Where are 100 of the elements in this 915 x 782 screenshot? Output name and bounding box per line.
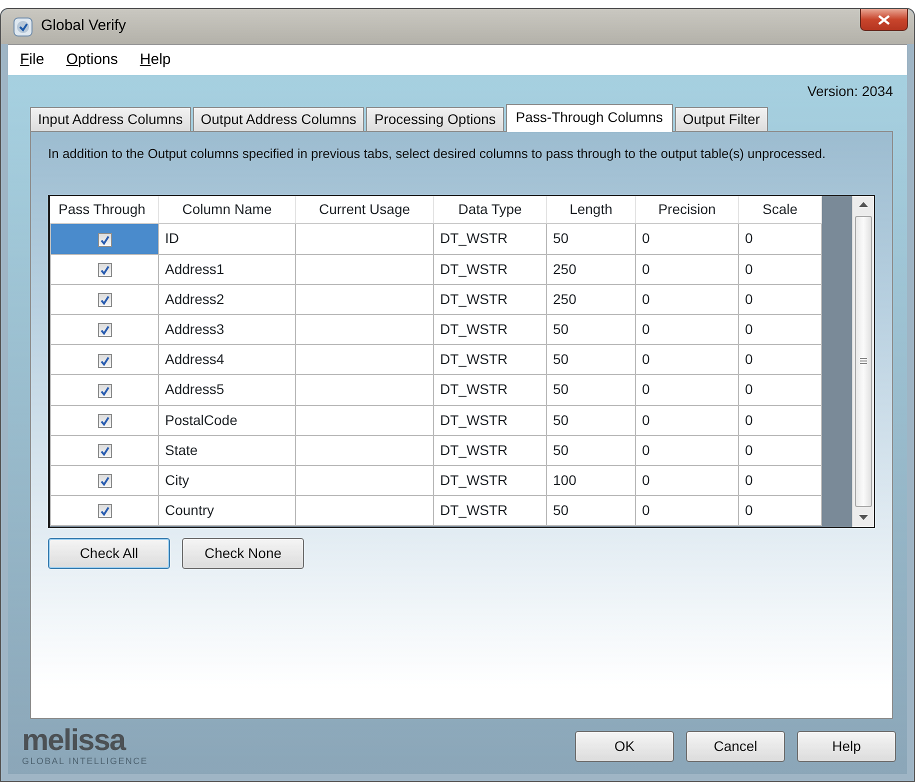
table-cell: 0 bbox=[738, 254, 822, 284]
table-cell: 0 bbox=[636, 284, 738, 314]
table-cell: 0 bbox=[738, 374, 822, 406]
column-header[interactable]: Precision bbox=[636, 196, 738, 224]
checkbox[interactable] bbox=[98, 444, 112, 458]
table-cell: Country bbox=[158, 496, 296, 526]
window-title: Global Verify bbox=[41, 16, 126, 36]
menu-item[interactable]: Options bbox=[58, 47, 126, 74]
table-cell: State bbox=[158, 435, 296, 466]
checkbox[interactable] bbox=[98, 262, 112, 277]
table-cell: Address5 bbox=[158, 374, 296, 406]
column-header[interactable]: Pass Through bbox=[50, 196, 158, 224]
table-cell: 0 bbox=[636, 254, 738, 284]
tab[interactable]: Input Address Columns bbox=[30, 107, 191, 131]
checkbox[interactable] bbox=[98, 414, 112, 428]
table-cell: 50 bbox=[546, 224, 636, 254]
checkbox-cell[interactable] bbox=[50, 374, 158, 406]
dialog-button[interactable]: OK bbox=[575, 731, 674, 762]
scroll-down-icon[interactable] bbox=[859, 515, 868, 520]
checkbox-cell[interactable] bbox=[50, 405, 158, 436]
table-cell: Address1 bbox=[158, 254, 296, 284]
checkbox[interactable] bbox=[98, 474, 112, 488]
scrollbar[interactable] bbox=[852, 196, 874, 527]
table-cell: 50 bbox=[546, 405, 636, 436]
table-cell: 50 bbox=[546, 344, 636, 375]
checkbox[interactable] bbox=[98, 504, 112, 518]
table-cell: 50 bbox=[546, 496, 636, 526]
table-cell: DT_WSTR bbox=[434, 496, 546, 526]
checkbox-cell[interactable] bbox=[50, 496, 158, 526]
checkbox[interactable] bbox=[98, 384, 112, 398]
table-cell: DT_WSTR bbox=[434, 344, 546, 375]
checkbox-cell[interactable] bbox=[50, 465, 158, 496]
table-cell: Address2 bbox=[158, 284, 296, 314]
checkbox[interactable] bbox=[98, 323, 112, 338]
dialog-button[interactable]: Help bbox=[797, 731, 896, 762]
version-label: Version: 2034 bbox=[807, 82, 893, 102]
table-cell: DT_WSTR bbox=[434, 224, 546, 254]
checkbox-cell[interactable] bbox=[50, 314, 158, 345]
menu-item[interactable]: File bbox=[12, 47, 52, 74]
table-cell: DT_WSTR bbox=[434, 254, 546, 284]
table-cell: City bbox=[158, 465, 296, 496]
table-cell: 50 bbox=[546, 314, 636, 345]
column-header[interactable]: Data Type bbox=[434, 196, 546, 224]
menu-item[interactable]: Help bbox=[132, 47, 179, 74]
table-cell: ID bbox=[158, 224, 296, 254]
column-header[interactable]: Column Name bbox=[158, 196, 296, 224]
logo-tagline: GLOBAL INTELLIGENCE bbox=[22, 756, 148, 767]
checkbox[interactable] bbox=[98, 232, 112, 247]
table-cell: PostalCode bbox=[158, 405, 296, 436]
close-button[interactable] bbox=[860, 9, 908, 31]
table-cell: 50 bbox=[546, 435, 636, 466]
table-cell: DT_WSTR bbox=[434, 405, 546, 436]
grip-icon bbox=[860, 358, 867, 364]
table-cell: 0 bbox=[636, 405, 738, 436]
tab[interactable]: Pass-Through Columns bbox=[506, 104, 673, 132]
table-cell: 50 bbox=[546, 374, 636, 406]
button[interactable]: Check None bbox=[182, 538, 304, 569]
checkbox-cell[interactable] bbox=[50, 224, 158, 254]
checkbox-cell[interactable] bbox=[50, 254, 158, 284]
table-cell: 0 bbox=[636, 374, 738, 406]
tab[interactable]: Processing Options bbox=[366, 107, 504, 131]
table-cell: DT_WSTR bbox=[434, 314, 546, 345]
table-cell: 0 bbox=[738, 344, 822, 375]
table-cell: DT_WSTR bbox=[434, 435, 546, 466]
table-cell: 0 bbox=[636, 465, 738, 496]
column-header[interactable]: Current Usage bbox=[296, 196, 434, 224]
close-icon bbox=[878, 14, 890, 24]
checkbox-cell[interactable] bbox=[50, 435, 158, 466]
checkbox-cell[interactable] bbox=[50, 344, 158, 375]
scrollbar-thumb[interactable] bbox=[855, 216, 872, 507]
table-cell: 250 bbox=[546, 284, 636, 314]
table-cell: DT_WSTR bbox=[434, 465, 546, 496]
checkbox[interactable] bbox=[98, 293, 112, 308]
button[interactable]: Check All bbox=[48, 538, 170, 569]
dialog-button[interactable]: Cancel bbox=[686, 731, 785, 762]
table-cell: 0 bbox=[738, 224, 822, 254]
table-cell: Address4 bbox=[158, 344, 296, 375]
tab[interactable]: Output Address Columns bbox=[192, 107, 364, 131]
checkbox-cell[interactable] bbox=[50, 284, 158, 314]
app-icon bbox=[13, 16, 33, 37]
table-cell: 0 bbox=[738, 465, 822, 496]
checkbox[interactable] bbox=[98, 354, 112, 368]
table-cell: 0 bbox=[636, 496, 738, 526]
table-cell: 100 bbox=[546, 465, 636, 496]
logo-name: melissa bbox=[22, 726, 127, 756]
description-text: In addition to the Output columns specified in previous tabs, select desired columns to pass through to the output table(s) unprocessed. bbox=[48, 146, 827, 163]
table-cell: DT_WSTR bbox=[434, 284, 546, 314]
table-cell: 0 bbox=[636, 344, 738, 375]
table-cell: 250 bbox=[546, 254, 636, 284]
scroll-up-icon[interactable] bbox=[859, 202, 868, 208]
column-header[interactable]: Length bbox=[546, 196, 636, 224]
table-cell: 0 bbox=[636, 435, 738, 466]
table-cell: Address3 bbox=[158, 314, 296, 345]
table-cell: 0 bbox=[738, 496, 822, 526]
table-cell: 0 bbox=[738, 284, 822, 314]
table-cell: 0 bbox=[636, 224, 738, 254]
table-cell: DT_WSTR bbox=[434, 374, 546, 406]
column-header[interactable]: Scale bbox=[738, 196, 822, 224]
tab[interactable]: Output Filter bbox=[674, 107, 768, 131]
table-cell: 0 bbox=[738, 405, 822, 436]
